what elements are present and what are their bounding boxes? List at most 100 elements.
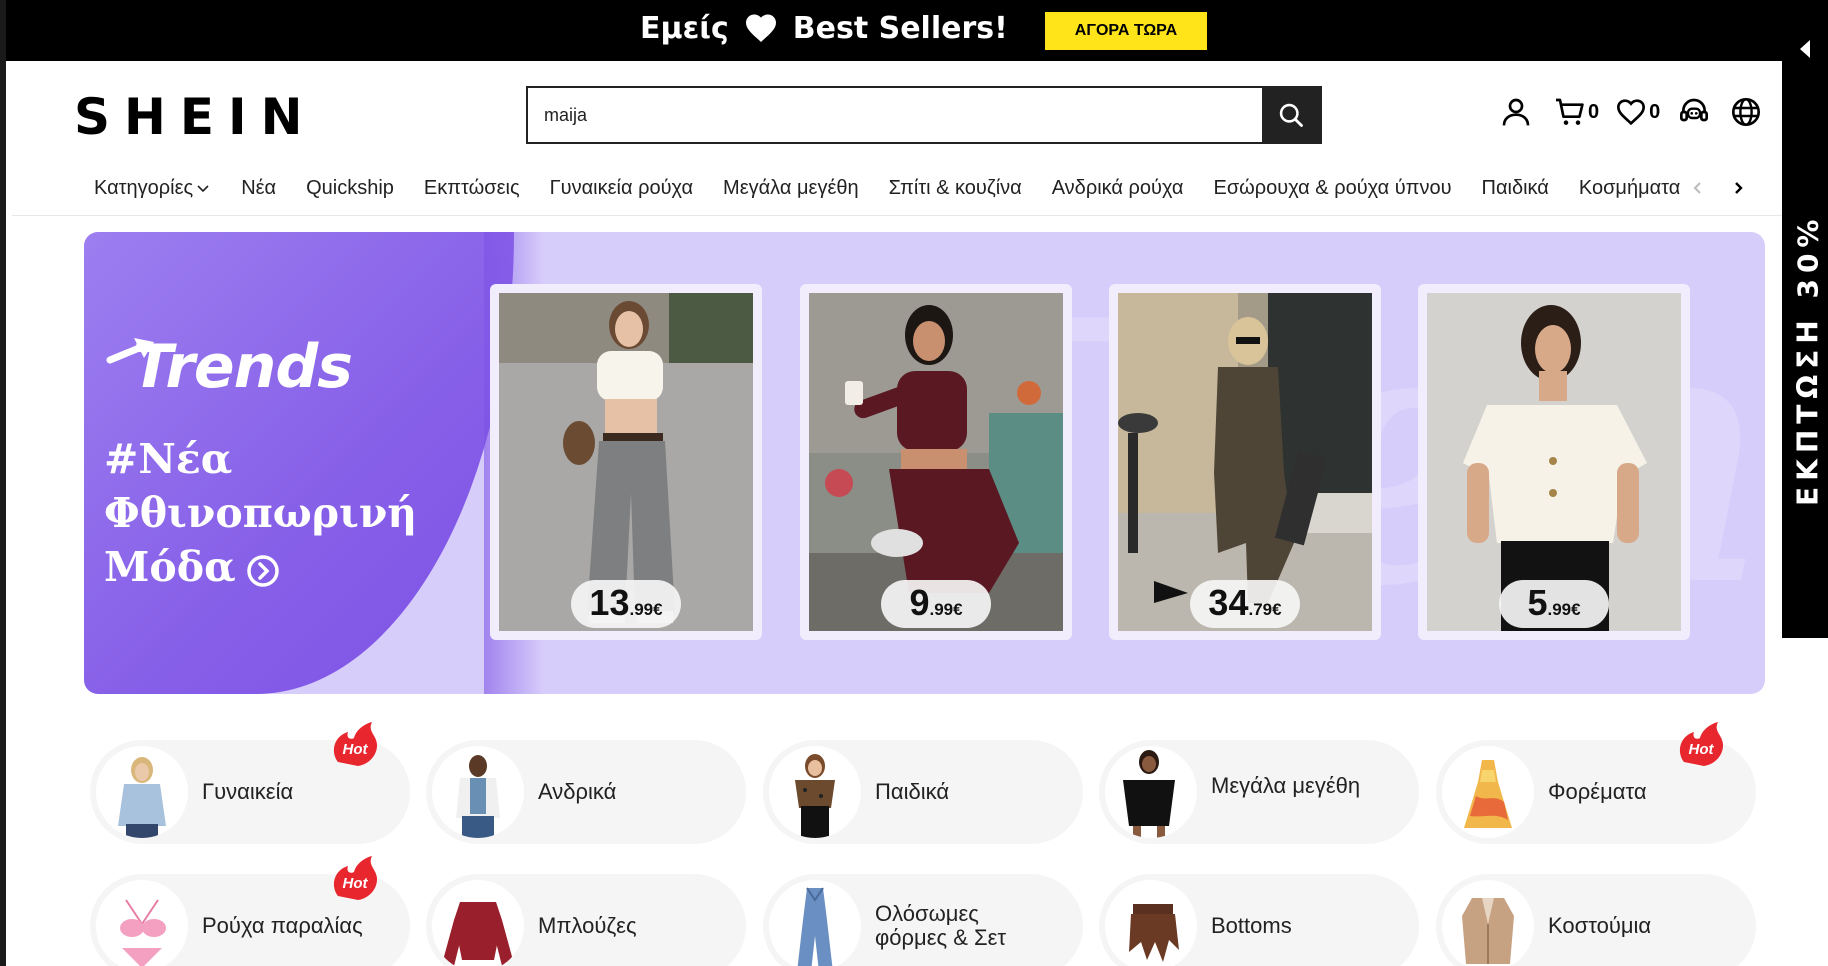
- language-button[interactable]: [1730, 96, 1762, 128]
- globe-icon: [1732, 98, 1761, 126]
- tagline-line-2: Φθινοπωρινή: [104, 489, 418, 537]
- price-dec: .99€: [1547, 600, 1581, 619]
- search-icon: [1279, 103, 1303, 127]
- price-dec: .99€: [629, 600, 663, 619]
- header-icons: 0 0: [1500, 96, 1762, 128]
- cart-count: 0: [1588, 100, 1600, 123]
- price-int: 34: [1208, 582, 1249, 623]
- product-card[interactable]: 13.99€: [490, 284, 762, 640]
- side-discount-banner[interactable]: ΕΚΠΤΩΣΗ 30%: [1782, 0, 1828, 638]
- category-label: Μπλούζες: [538, 913, 637, 938]
- support-button[interactable]: [1678, 96, 1710, 128]
- heart-outline-icon: [1617, 99, 1646, 126]
- category-thumbnail: [96, 746, 188, 838]
- search-bar: [526, 86, 1322, 144]
- price-tag: 5.99€: [1499, 580, 1609, 628]
- browser-frame: Εμείς Best Sellers! ΑΓΟΡΑ ΤΩΡΑ SHEIN 0 0: [0, 0, 1828, 966]
- category-thumbnail: [96, 880, 188, 966]
- category-dresses[interactable]: Φορέματα Hot: [1436, 722, 1756, 844]
- price-dec: .79€: [1248, 600, 1282, 619]
- category-label: Κοστούμια: [1548, 913, 1652, 938]
- trends-banner[interactable]: Trends Trends #Νέα Φθινοπωρινή Μόδα: [84, 232, 1765, 694]
- product-card[interactable]: 34.79€: [1109, 284, 1381, 640]
- category-thumbnail: [1442, 746, 1534, 838]
- category-thumbnail: [1442, 880, 1534, 966]
- category-thumbnail: [1105, 746, 1197, 838]
- hot-badge-label: Hot: [343, 741, 369, 758]
- side-discount-text: ΕΚΠΤΩΣΗ 30%: [1791, 213, 1825, 507]
- price-tag: 9.99€: [881, 580, 991, 628]
- tagline-line-3: Μόδα: [104, 543, 236, 591]
- price-dec: .99€: [929, 600, 963, 619]
- wishlist-button[interactable]: 0: [1615, 96, 1660, 128]
- price-tag: 34.79€: [1190, 580, 1300, 628]
- category-bottoms[interactable]: Bottoms: [1099, 874, 1419, 966]
- hot-badge: Hot: [1679, 722, 1724, 766]
- nav-item-label: Κατηγορίες: [94, 176, 194, 199]
- category-label: Παιδικά: [875, 779, 950, 804]
- account-button[interactable]: [1500, 96, 1532, 128]
- trends-tagline: #Νέα Φθινοπωρινή Μόδα: [104, 432, 434, 594]
- nav-item-quickship[interactable]: Quickship: [306, 177, 394, 200]
- category-label: Μεγάλα μεγέθη: [1211, 773, 1361, 798]
- category-nav: Κατηγορίες Νέα Quickship Εκπτώσεις Γυναι…: [94, 172, 1694, 204]
- category-thumbnail: [769, 880, 861, 966]
- chevron-down-icon: [197, 185, 209, 193]
- nav-item-sale[interactable]: Εκπτώσεις: [424, 177, 520, 200]
- price-tag: 13.99€: [571, 580, 681, 628]
- cart-button[interactable]: 0: [1554, 96, 1599, 128]
- shop-now-button[interactable]: ΑΓΟΡΑ ΤΩΡΑ: [1045, 12, 1207, 50]
- price-int: 9: [909, 582, 930, 623]
- category-tops[interactable]: Μπλούζες: [426, 874, 746, 966]
- category-men[interactable]: Ανδρικά: [426, 740, 746, 844]
- chevron-right-icon[interactable]: [1728, 178, 1748, 198]
- category-suits[interactable]: Κοστούμια: [1436, 874, 1756, 966]
- nav-item-women[interactable]: Γυναικεία ρούχα: [550, 177, 693, 200]
- nav-item-kids[interactable]: Παιδικά: [1482, 177, 1549, 200]
- search-input[interactable]: [528, 88, 1262, 142]
- promo-text: Εμείς Best Sellers!: [640, 10, 1008, 46]
- product-card[interactable]: 5.99€: [1418, 284, 1690, 640]
- category-women[interactable]: Γυναικεία Hot: [90, 722, 410, 844]
- promo-text-right: Best Sellers!: [792, 10, 1008, 46]
- price-int: 13: [589, 582, 630, 623]
- nav-item-men[interactable]: Ανδρικά ρούχα: [1052, 177, 1184, 200]
- nav-item-jewelry[interactable]: Κοσμήματα & αξ: [1579, 177, 1694, 200]
- category-thumbnail: [432, 880, 524, 966]
- headset-icon: [1680, 98, 1709, 122]
- category-beachwear[interactable]: Ρούχα παραλίας Hot: [90, 856, 410, 966]
- category-label: Bottoms: [1211, 913, 1292, 938]
- nav-scroll-controls: [1686, 170, 1762, 206]
- chevron-left-icon[interactable]: [1688, 178, 1708, 198]
- search-button[interactable]: [1262, 88, 1320, 142]
- nav-item-plus-size[interactable]: Μεγάλα μεγέθη: [723, 177, 859, 200]
- trends-logo-text: Trends: [132, 332, 353, 402]
- category-label: Γυναικεία: [202, 779, 294, 804]
- price-int: 5: [1527, 582, 1548, 623]
- hot-badge-label: Hot: [1689, 741, 1715, 758]
- category-label: Ανδρικά: [538, 779, 617, 804]
- nav-item-categories[interactable]: Κατηγορίες: [94, 177, 211, 200]
- product-card[interactable]: 9.99€: [800, 284, 1072, 640]
- shein-logo[interactable]: SHEIN: [74, 88, 316, 146]
- hot-badge: Hot: [333, 856, 378, 900]
- nav-item-lingerie[interactable]: Εσώρουχα & ρούχα ύπνου: [1213, 177, 1451, 200]
- category-jumpsuits-sets[interactable]: Ολόσωμες φόρμες & Σετ: [763, 874, 1083, 966]
- category-kids[interactable]: Παιδικά: [763, 740, 1083, 844]
- category-thumbnail: [432, 746, 524, 838]
- category-plus-size[interactable]: Μεγάλα μεγέθη: [1099, 740, 1419, 844]
- heart-icon: [745, 14, 776, 42]
- nav-item-home-kitchen[interactable]: Σπίτι & κουζίνα: [889, 177, 1022, 200]
- category-thumbnail: [1105, 880, 1197, 966]
- hot-badge-label: Hot: [343, 875, 369, 892]
- category-thumbnail: [769, 746, 861, 838]
- trends-logo: Trends: [104, 332, 353, 402]
- tagline-line-1: #Νέα: [104, 435, 233, 483]
- caret-left-icon[interactable]: [1796, 38, 1816, 60]
- circle-arrow-right-icon[interactable]: [246, 554, 280, 588]
- tagline-line-3-wrap: Μόδα: [104, 540, 434, 594]
- category-label: Φορέματα: [1548, 779, 1647, 804]
- hot-badge: Hot: [333, 722, 378, 766]
- promo-bar[interactable]: Εμείς Best Sellers! ΑΓΟΡΑ ΤΩΡΑ: [6, 0, 1828, 61]
- nav-item-new[interactable]: Νέα: [241, 177, 276, 200]
